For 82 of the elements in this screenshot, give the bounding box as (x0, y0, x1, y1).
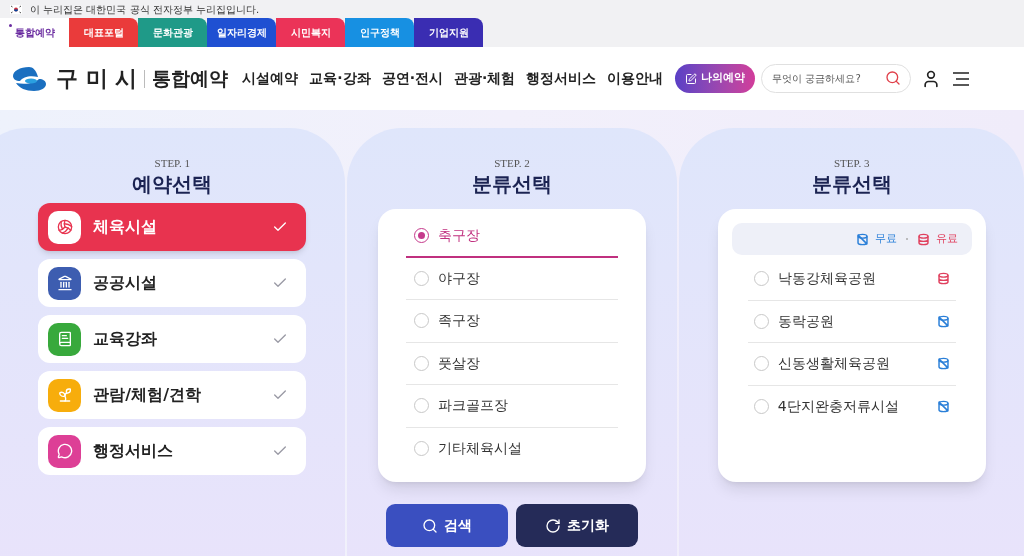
reset-button[interactable]: 초기화 (515, 504, 638, 547)
database-icon (916, 232, 930, 246)
facility-row[interactable]: 동락공원 (747, 300, 956, 343)
category-item[interactable]: 행정서비스 (38, 427, 307, 475)
site-tab[interactable]: 대표포털 (69, 18, 138, 47)
facility-row[interactable]: 신동생활체육공원 (747, 343, 956, 386)
facility-label: 4단지완충저류시설 (777, 397, 900, 417)
chat-bubble-icon (56, 443, 73, 459)
search-field[interactable]: 무엇이 궁금하세요? (761, 64, 912, 93)
radio-button[interactable] (413, 398, 429, 414)
site-tab[interactable]: 기업지원 (414, 18, 483, 47)
facility-label: 낙동강체육공원 (777, 269, 877, 289)
site-tab[interactable]: 일자리경제 (207, 18, 276, 47)
option-row[interactable]: 축구장 (405, 215, 618, 258)
facility-label: 동락공원 (777, 311, 835, 331)
option-row[interactable]: 풋살장 (405, 342, 618, 385)
site-tab[interactable]: 시민복지 (276, 18, 345, 47)
option-row[interactable]: 파크골프장 (405, 385, 618, 428)
option-label: 족구장 (437, 311, 480, 331)
crossed-database-icon (936, 314, 950, 328)
logo-text: 구 미 시 (56, 65, 138, 93)
step-label: STEP. 3 (833, 158, 870, 169)
crossed-database-icon (936, 400, 950, 414)
my-reservation-button[interactable]: 나의예약 (675, 64, 756, 93)
option-label: 풋살장 (437, 353, 480, 373)
option-label: 축구장 (437, 225, 480, 245)
reset-icon (544, 517, 561, 534)
category-label: 관람/체험/견학 (93, 384, 202, 406)
nav-link[interactable]: 시설예약 (242, 68, 299, 89)
radio-button[interactable] (413, 441, 429, 457)
radio-button[interactable] (753, 399, 769, 415)
radio-button[interactable] (413, 227, 429, 243)
option-label: 기타체육시설 (437, 439, 522, 459)
option-label: 파크골프장 (437, 396, 508, 416)
radio-button[interactable] (753, 271, 769, 287)
step-label: STEP. 1 (154, 158, 190, 169)
category-label: 체육시설 (93, 216, 159, 238)
nav-link[interactable]: 교육·강좌 (309, 68, 371, 89)
category-item[interactable]: 관람/체험/견학 (38, 371, 307, 419)
radio-button[interactable] (413, 355, 429, 371)
legend-label: 무료 (874, 230, 897, 247)
option-row[interactable]: 야구장 (405, 257, 618, 300)
category-label: 공공시설 (93, 272, 159, 294)
category-item[interactable]: 체육시설 (38, 203, 307, 251)
facility-row[interactable]: 4단지완충저류시설 (747, 385, 956, 428)
crossed-database-icon (855, 232, 869, 246)
radio-button[interactable] (413, 313, 429, 329)
facility-label: 신동생활체육공원 (777, 354, 891, 374)
radio-button[interactable] (753, 313, 769, 329)
option-label: 야구장 (437, 268, 480, 288)
category-item[interactable]: 교육강좌 (38, 315, 307, 363)
nav-link[interactable]: 이용안내 (607, 68, 664, 89)
edit-icon (685, 72, 698, 85)
flag-icon (10, 4, 22, 14)
facility-row[interactable]: 낙동강체육공원 (747, 258, 956, 301)
step-title: 분류선택 (471, 172, 552, 197)
sprout-icon (56, 387, 73, 403)
step-title: 예약선택 (132, 172, 213, 197)
category-label: 교육강좌 (93, 328, 159, 350)
step-label: STEP. 2 (494, 158, 530, 169)
government-notice-text: 이 누리집은 대한민국 공식 전자정부 누리집입니다. (30, 2, 260, 17)
step-title: 분류선택 (811, 172, 892, 197)
option-row[interactable]: 족구장 (405, 300, 618, 343)
category-item[interactable]: 공공시설 (38, 259, 307, 307)
site-tab[interactable]: 통합예약 (0, 18, 69, 47)
nav-link[interactable]: 공연·전시 (381, 68, 443, 89)
nav-link[interactable]: 행정서비스 (526, 68, 597, 89)
search-button[interactable]: 검색 (385, 504, 508, 547)
legend-label: 유료 (935, 230, 958, 247)
database-icon (936, 272, 950, 286)
logo-subtitle: 통합예약 (152, 66, 229, 92)
nav-link[interactable]: 관광·체험 (454, 68, 516, 89)
book-icon (56, 331, 73, 347)
radio-button[interactable] (753, 356, 769, 372)
radio-button[interactable] (413, 270, 429, 286)
menu-icon[interactable] (951, 70, 972, 87)
search-icon (421, 517, 438, 534)
crossed-database-icon (936, 357, 950, 371)
building-icon (56, 275, 73, 291)
option-row[interactable]: 기타체육시설 (405, 427, 618, 470)
category-label: 행정서비스 (93, 440, 175, 462)
search-icon[interactable] (885, 70, 902, 86)
